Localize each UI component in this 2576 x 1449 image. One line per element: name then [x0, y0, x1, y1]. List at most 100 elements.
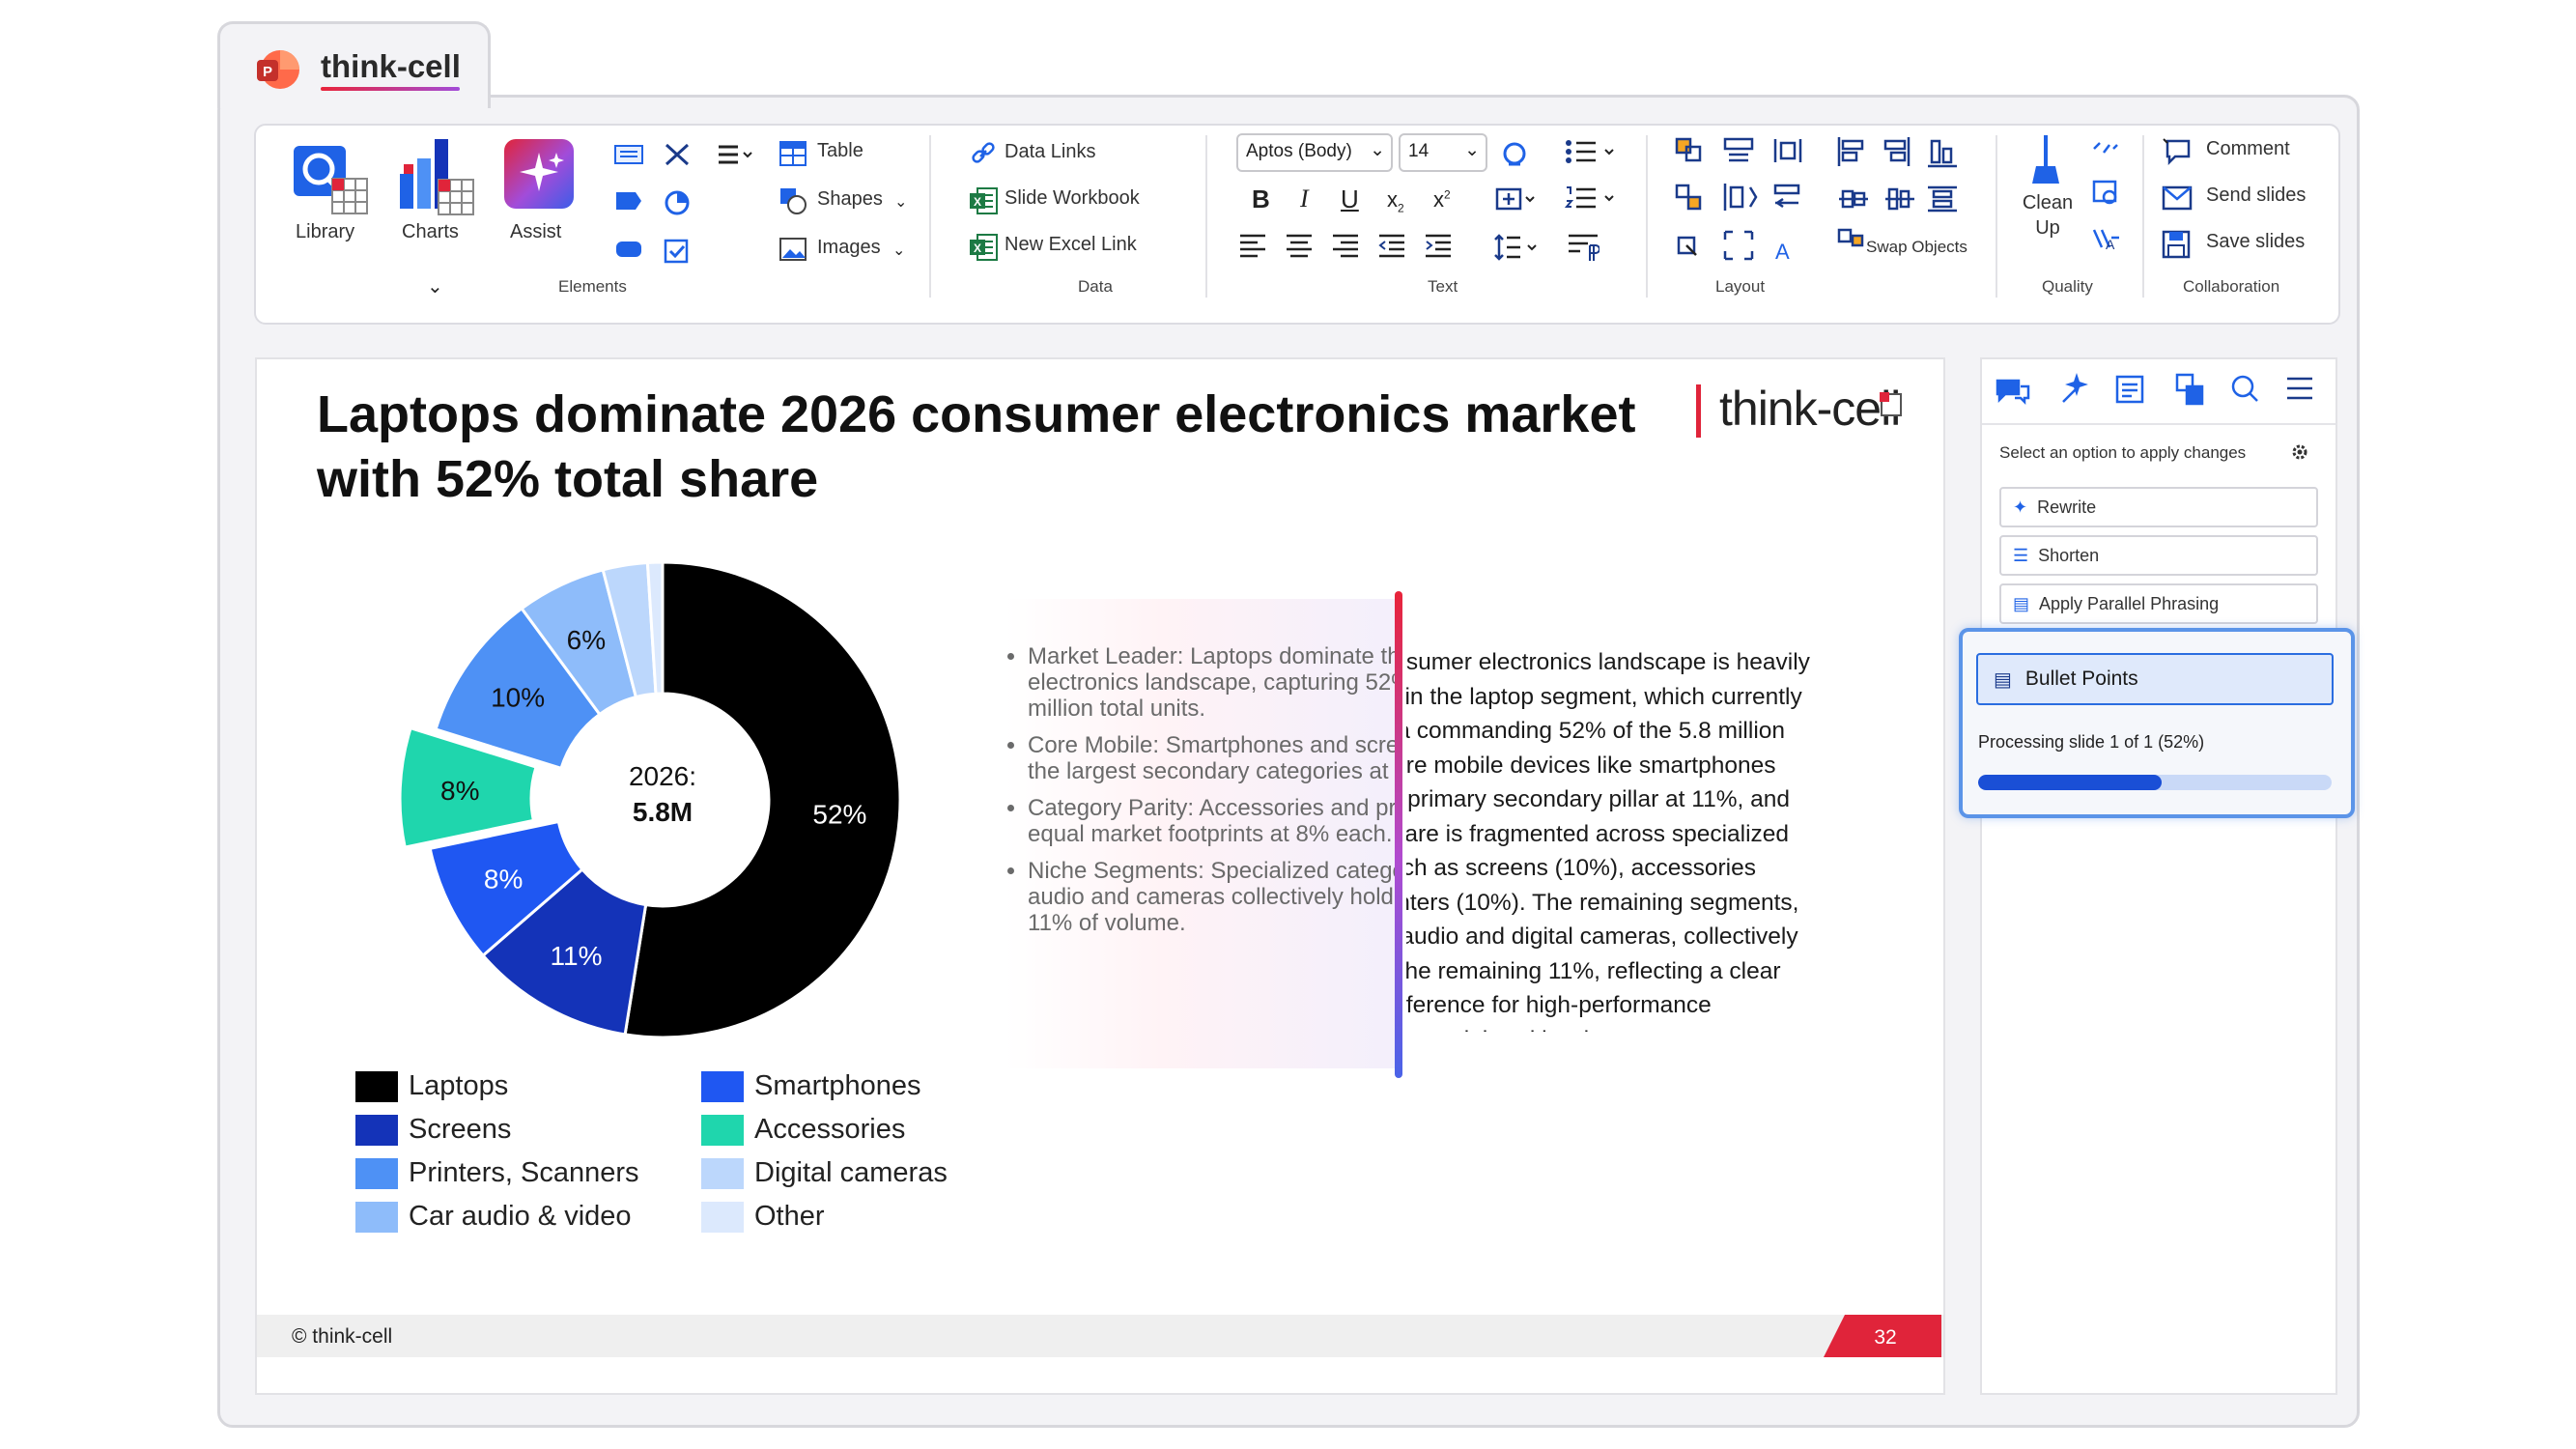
align-right-icon[interactable] [1331, 232, 1360, 259]
broom-icon[interactable] [2030, 133, 2061, 187]
table-icon[interactable] [778, 139, 807, 168]
donut-center-total: 5.8M [633, 797, 693, 827]
magic-wand-icon [2062, 373, 2088, 403]
font-name-value: Aptos (Body) [1246, 141, 1352, 161]
align-distribute-icons [1835, 135, 1980, 247]
numbered-list-icon[interactable] [1564, 184, 1617, 213]
bullet-item: Niche Segments: Specialized categories l… [1028, 858, 1399, 936]
legend-item: Car audio & video [355, 1201, 701, 1233]
svg-text:A: A [2106, 237, 2115, 252]
spelling-icon[interactable] [1499, 139, 1530, 170]
new-excel-link-button[interactable]: New Excel Link [1005, 234, 1137, 256]
connector-icon[interactable] [663, 141, 692, 168]
donut-data-label: 11% [551, 941, 603, 971]
text-box-icon[interactable] [614, 143, 643, 166]
donut-chart[interactable]: 52% 11% 8% 8% 10% 6% 2026: 5.8M [367, 541, 927, 1063]
slide-title[interactable]: Laptops dominate 2026 consumer electroni… [317, 383, 1708, 512]
legend-item: Other [701, 1201, 991, 1233]
shapes-icon[interactable] [778, 186, 807, 215]
bullet-text-box[interactable]: Market Leader: Laptops dominate the cons… [1005, 599, 1399, 1068]
app-title: think-cell [321, 48, 461, 84]
tag-shape-icon[interactable] [614, 189, 643, 213]
shorten-option-button[interactable]: ☰ Shorten [1999, 535, 2318, 576]
send-slides-icon[interactable] [2162, 184, 2193, 213]
settings-gear-icon[interactable] [2289, 441, 2310, 463]
save-slides-icon[interactable] [2162, 230, 2193, 259]
checkbox-element-icon[interactable] [663, 238, 692, 265]
paragraph-text: The 2026 consumer electronics landscape … [1406, 649, 1810, 1032]
ribbon-separator [2142, 135, 2144, 298]
donut-data-label: 52% [812, 800, 866, 830]
library-button[interactable]: Library [296, 221, 354, 243]
superscript-button[interactable]: x2 [1433, 187, 1451, 213]
quality-group-label: Quality [2042, 277, 2093, 296]
document-edit-icon [2115, 375, 2144, 404]
pie-element-icon[interactable] [663, 189, 692, 216]
rewrite-scan-line [1395, 591, 1402, 1078]
decrease-indent-icon[interactable] [1377, 232, 1406, 259]
images-chevron-down-icon[interactable]: ⌄ [892, 241, 905, 260]
comment-button[interactable]: Comment [2206, 138, 2290, 160]
align-left-icon[interactable] [1238, 232, 1267, 259]
shapes-button[interactable]: Shapes [817, 188, 883, 211]
chevron-down-icon: ⌄ [1464, 140, 1480, 160]
legend-swatch [701, 1070, 744, 1102]
font-name-select[interactable]: Aptos (Body) ⌄ [1236, 133, 1393, 172]
clean-up-button[interactable]: Clean Up [2021, 190, 2075, 241]
align-center-icon[interactable] [1285, 232, 1314, 259]
svg-text:P: P [263, 64, 272, 80]
charts-expand-chevron-icon[interactable]: ⌄ [427, 274, 443, 298]
think-cell-logo-mark-icon [1878, 390, 1903, 417]
excel-workbook-icon[interactable]: X [968, 186, 999, 215]
subscript-button[interactable]: x2 [1387, 187, 1404, 214]
assist-icon[interactable] [504, 139, 574, 209]
legend-swatch [355, 1201, 398, 1233]
underline-button[interactable]: U [1341, 185, 1359, 214]
bullet-list-icon[interactable] [1565, 137, 1617, 166]
images-icon[interactable] [778, 235, 807, 264]
list-dropdown-icon[interactable] [717, 141, 755, 168]
text-box-resize-icon[interactable] [1495, 184, 1540, 214]
comment-icon[interactable] [2162, 137, 2193, 166]
legend-label: Other [754, 1201, 825, 1232]
legend-label: Laptops [409, 1070, 509, 1101]
paragraph-icon[interactable] [1567, 232, 1600, 263]
charts-button[interactable]: Charts [402, 221, 459, 243]
new-excel-link-icon[interactable]: X [968, 233, 999, 262]
charts-icon[interactable] [396, 135, 477, 220]
page-number-badge: 32 [1824, 1315, 1941, 1357]
parallel-phrasing-option-button[interactable]: ▤ Apply Parallel Phrasing [1999, 583, 2318, 624]
legend-item: Screens [355, 1114, 701, 1146]
legend-label: Car audio & video [409, 1201, 632, 1232]
slide-workbook-button[interactable]: Slide Workbook [1005, 187, 1140, 210]
line-spacing-icon[interactable] [1493, 232, 1542, 263]
ribbon-separator [1996, 135, 1997, 298]
italic-button[interactable]: I [1300, 185, 1309, 213]
data-group-label: Data [1078, 277, 1113, 296]
legend-item: Smartphones [701, 1070, 991, 1102]
increase-indent-icon[interactable] [1424, 232, 1453, 259]
link-icon[interactable] [970, 140, 997, 167]
data-links-button[interactable]: Data Links [1005, 141, 1096, 163]
paragraph-text-box[interactable]: The 2026 consumer electronics landscape … [1406, 645, 1812, 1032]
swap-objects-button[interactable]: Swap Objects [1866, 238, 1967, 257]
legend-item: Digital cameras [701, 1157, 991, 1189]
images-button[interactable]: Images [817, 237, 881, 259]
donut-center-year: 2026: [629, 761, 696, 791]
rewrite-option-button[interactable]: ✦ Rewrite [1999, 487, 2318, 527]
rounded-shape-icon[interactable] [614, 238, 643, 261]
bullet-item: Category Parity: Accessories and printer… [1028, 795, 1399, 847]
layout-tools-icons: A [1675, 135, 1818, 278]
table-button[interactable]: Table [817, 140, 863, 162]
bullet-points-option-button[interactable]: ▤ Bullet Points [1976, 653, 2334, 705]
save-slides-button[interactable]: Save slides [2206, 231, 2305, 253]
assist-button[interactable]: Assist [510, 221, 561, 243]
send-slides-button[interactable]: Send slides [2206, 185, 2306, 207]
layout-group-label: Layout [1715, 277, 1766, 296]
elements-group-label: Elements [558, 277, 627, 296]
library-icon[interactable] [292, 140, 371, 219]
ribbon-separator [1205, 135, 1207, 298]
font-size-select[interactable]: 14 ⌄ [1399, 133, 1487, 172]
bold-button[interactable]: B [1252, 185, 1270, 214]
shapes-chevron-down-icon[interactable]: ⌄ [894, 192, 907, 212]
